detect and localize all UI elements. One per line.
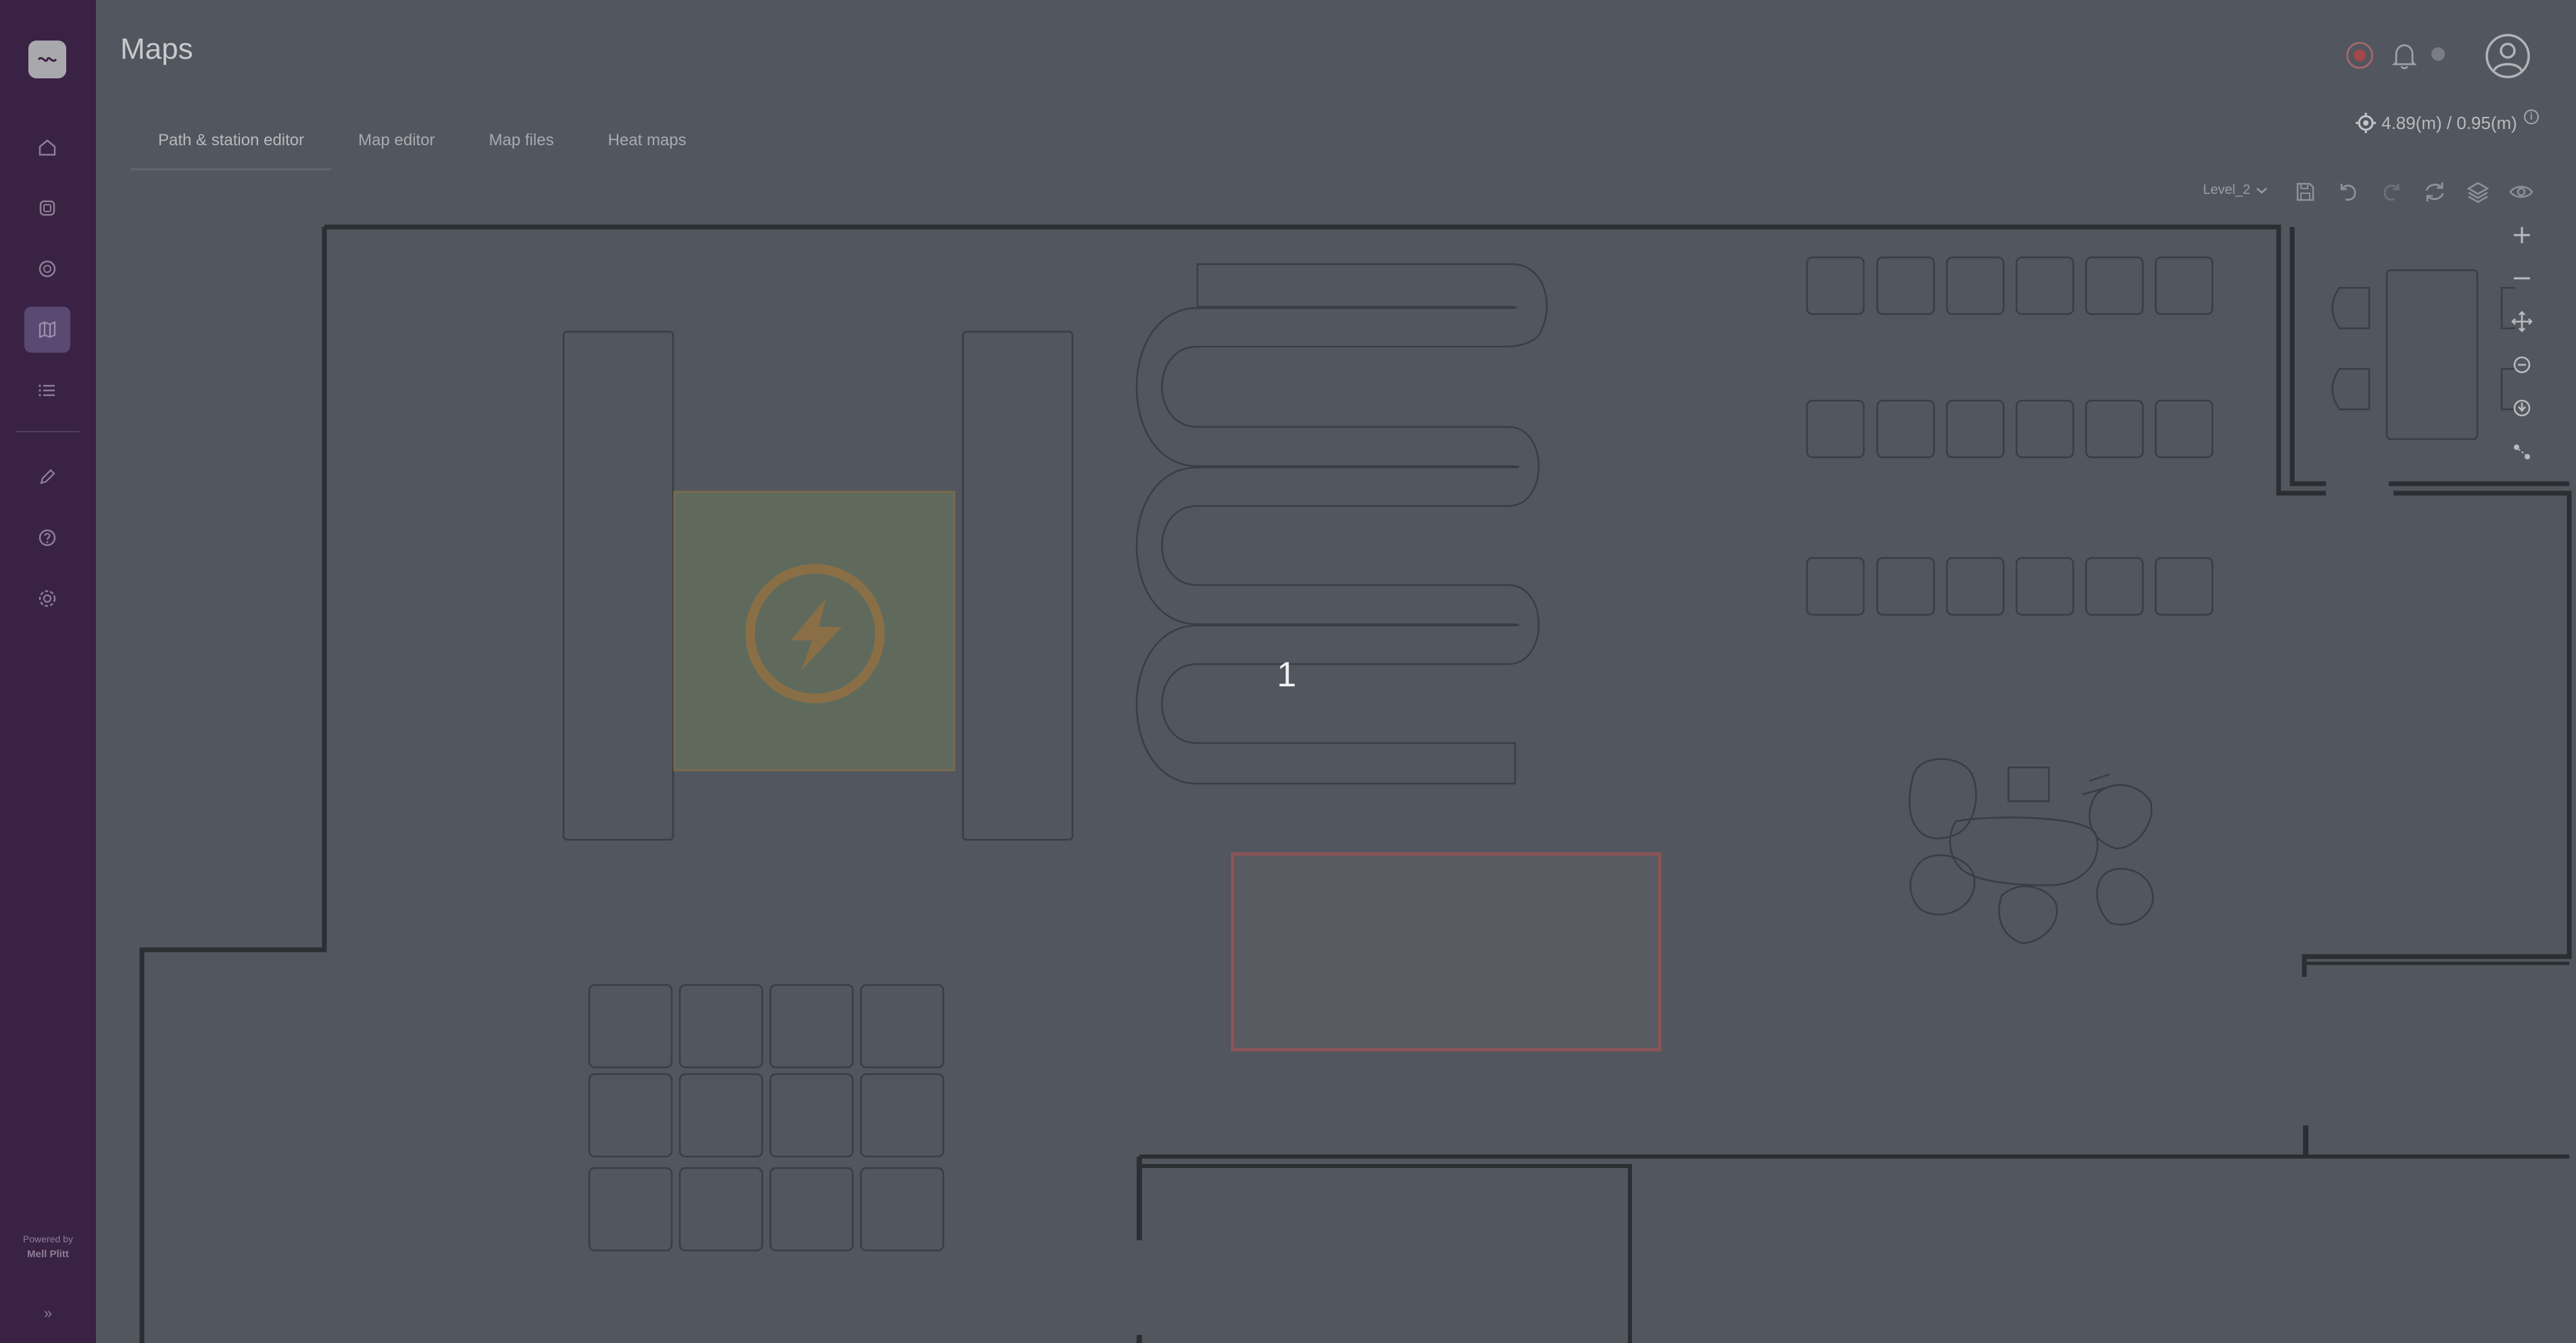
record-icon[interactable] [2346, 42, 2373, 69]
robot-icon [39, 200, 55, 216]
zoom-in-icon[interactable] [2507, 220, 2537, 250]
map-canvas[interactable]: 1 [96, 213, 2576, 1343]
status-dot [2431, 47, 2445, 61]
list-icon [39, 384, 55, 397]
target-icon [39, 260, 56, 278]
tab-map-files[interactable]: Map files [462, 116, 581, 170]
tab-bar: Path & station editor Map editor Map fil… [131, 116, 714, 170]
info-icon[interactable]: i [2523, 109, 2539, 124]
pencil-icon [40, 469, 55, 484]
level-value: Level_2 [2203, 182, 2251, 197]
level-select[interactable]: Level_2 [2203, 182, 2268, 198]
powered-by-label: Powered by [23, 1234, 73, 1244]
redo-icon[interactable] [2378, 178, 2405, 205]
sidebar-item-home[interactable] [24, 124, 70, 170]
user-icon[interactable] [2484, 32, 2531, 80]
page-title: Maps [120, 32, 193, 66]
tab-map-editor[interactable]: Map editor [331, 116, 462, 170]
crosshair-icon [2356, 113, 2376, 133]
sidebar-item-maps[interactable] [24, 307, 70, 353]
recenter-icon[interactable] [2507, 350, 2537, 380]
tab-path-station-editor[interactable]: Path & station editor [131, 116, 332, 170]
help-icon [39, 529, 56, 547]
sidebar-item-missions[interactable] [24, 246, 70, 292]
home-icon [39, 139, 56, 156]
layers-icon[interactable] [2464, 178, 2492, 205]
chevron-down-icon [2256, 187, 2267, 194]
sidebar-item-settings[interactable] [24, 576, 70, 622]
bell-icon[interactable] [2389, 39, 2419, 72]
powered-by: Powered by Mell Plitt [0, 1234, 96, 1260]
move-icon[interactable] [2507, 307, 2537, 336]
eye-icon[interactable] [2508, 178, 2535, 205]
sidebar: Powered by Mell Plitt » [0, 0, 96, 1343]
path-icon[interactable] [2507, 436, 2537, 466]
sidebar-item-help[interactable] [24, 515, 70, 561]
sidebar-divider [16, 431, 80, 432]
position-readout: 4.89(m) / 0.95(m) i [2354, 109, 2539, 134]
sidebar-item-edit[interactable] [24, 454, 70, 500]
refresh-icon[interactable] [2421, 178, 2448, 205]
position-value: 4.89(m) / 0.95(m) [2381, 112, 2517, 133]
undo-icon[interactable] [2335, 178, 2362, 205]
sidebar-item-robot[interactable] [24, 185, 70, 231]
gear-icon [39, 590, 56, 607]
map-icon [39, 321, 56, 338]
app-logo-icon[interactable] [28, 41, 66, 78]
tab-heat-maps[interactable]: Heat maps [581, 116, 714, 170]
powered-by-brand: Mell Plitt [27, 1248, 69, 1260]
robot-position-icon[interactable] [2507, 393, 2537, 423]
save-icon[interactable] [2292, 178, 2319, 205]
station-label: 1 [1277, 655, 1297, 694]
sidebar-collapse-button[interactable]: » [35, 1300, 61, 1326]
zoom-out-icon[interactable] [2507, 263, 2537, 293]
sidebar-item-list[interactable] [24, 368, 70, 413]
